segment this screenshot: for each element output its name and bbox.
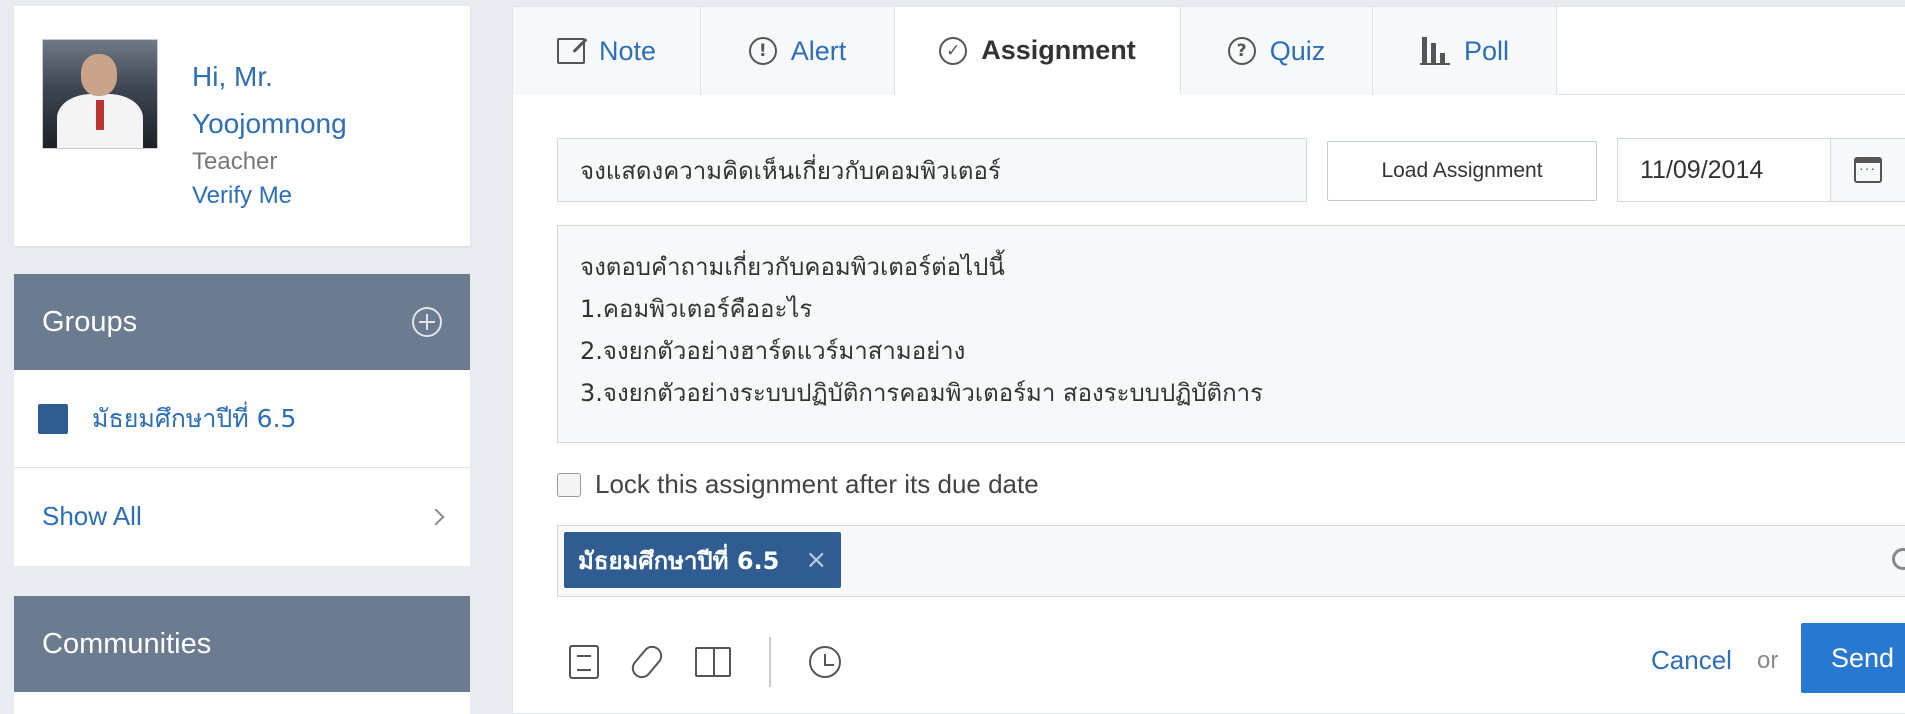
load-assignment-button[interactable]: Load Assignment <box>1327 141 1597 201</box>
tab-quiz-label: Quiz <box>1269 35 1326 66</box>
chevron-right-icon <box>427 508 445 525</box>
attach-link-icon[interactable] <box>627 641 667 683</box>
due-date-input[interactable] <box>1617 138 1831 202</box>
tab-alert[interactable]: ! Alert <box>701 7 895 95</box>
attachment-toolbar <box>569 637 841 687</box>
send-button[interactable]: Send <box>1801 623 1905 693</box>
tab-poll[interactable]: Poll <box>1373 7 1557 95</box>
schedule-clock-icon[interactable] <box>809 646 841 678</box>
group-color-swatch <box>38 403 68 434</box>
library-icon[interactable] <box>695 647 731 677</box>
group-item-label: มัธยมศึกษาปีที่ 6.5 <box>92 403 297 433</box>
groups-title: Groups <box>42 305 138 338</box>
lock-assignment-option[interactable]: Lock this assignment after its due date <box>557 469 1039 500</box>
groups-header: Groups <box>14 274 470 370</box>
recipients-input[interactable]: มัธยมศึกษาปีที่ 6.5 × <box>557 525 1905 597</box>
greeting: Hi, Mr. Yoojomnong <box>192 53 452 147</box>
post-composer: Note ! Alert ✓ Assignment ? Quiz Poll Lo… <box>512 6 1905 714</box>
show-all-label: Show All <box>42 501 142 531</box>
composer-tabs: Note ! Alert ✓ Assignment ? Quiz Poll <box>513 7 1905 95</box>
or-text: or <box>1757 647 1779 674</box>
attach-file-icon[interactable] <box>569 645 599 679</box>
alert-icon: ! <box>748 37 777 65</box>
search-icon[interactable] <box>1892 548 1905 570</box>
check-circle-icon: ✓ <box>939 36 968 65</box>
poll-icon <box>1419 37 1450 65</box>
tab-quiz[interactable]: ? Quiz <box>1181 7 1373 95</box>
assignment-title-input[interactable] <box>557 138 1307 202</box>
remove-recipient-icon[interactable]: × <box>805 545 827 575</box>
tab-poll-label: Poll <box>1463 35 1510 66</box>
groups-card: Groups มัธยมศึกษาปีที่ 6.5 Show All <box>14 274 470 566</box>
recipient-chip-label: มัธยมศึกษาปีที่ 6.5 <box>578 546 780 575</box>
add-group-icon[interactable] <box>412 307 442 337</box>
lock-checkbox[interactable] <box>557 472 581 497</box>
user-name[interactable]: Yoojomnong <box>192 100 452 147</box>
assignment-description-textarea[interactable]: จงตอบคำถามเกี่ยวกับคอมพิวเตอร์ต่อไปนี้ 1… <box>557 225 1905 443</box>
group-item[interactable]: มัธยมศึกษาปีที่ 6.5 <box>14 370 470 468</box>
verify-me-link[interactable]: Verify Me <box>192 182 292 210</box>
communities-card: Communities <box>14 596 470 714</box>
cancel-link[interactable]: Cancel <box>1651 645 1732 676</box>
show-all-groups-link[interactable]: Show All <box>14 468 470 565</box>
note-icon <box>556 38 585 64</box>
tab-note[interactable]: Note <box>513 7 701 95</box>
calendar-icon <box>1854 157 1882 183</box>
profile-card: Hi, Mr. Yoojomnong Teacher Verify Me <box>14 6 470 246</box>
greeting-line-1: Hi, Mr. <box>192 61 273 92</box>
question-icon: ? <box>1227 37 1256 65</box>
toolbar-divider <box>769 637 771 687</box>
lock-checkbox-label: Lock this assignment after its due date <box>595 469 1039 499</box>
tab-assignment-label: Assignment <box>981 35 1136 65</box>
communities-title: Communities <box>42 627 212 660</box>
user-role: Teacher <box>192 148 278 175</box>
tab-assignment[interactable]: ✓ Assignment <box>895 7 1181 95</box>
avatar[interactable] <box>42 39 158 149</box>
tab-alert-label: Alert <box>790 35 847 66</box>
tab-note-label: Note <box>598 35 657 66</box>
calendar-button[interactable] <box>1831 138 1905 202</box>
recipient-chip: มัธยมศึกษาปีที่ 6.5 × <box>564 532 842 588</box>
communities-header[interactable]: Communities <box>14 596 470 692</box>
